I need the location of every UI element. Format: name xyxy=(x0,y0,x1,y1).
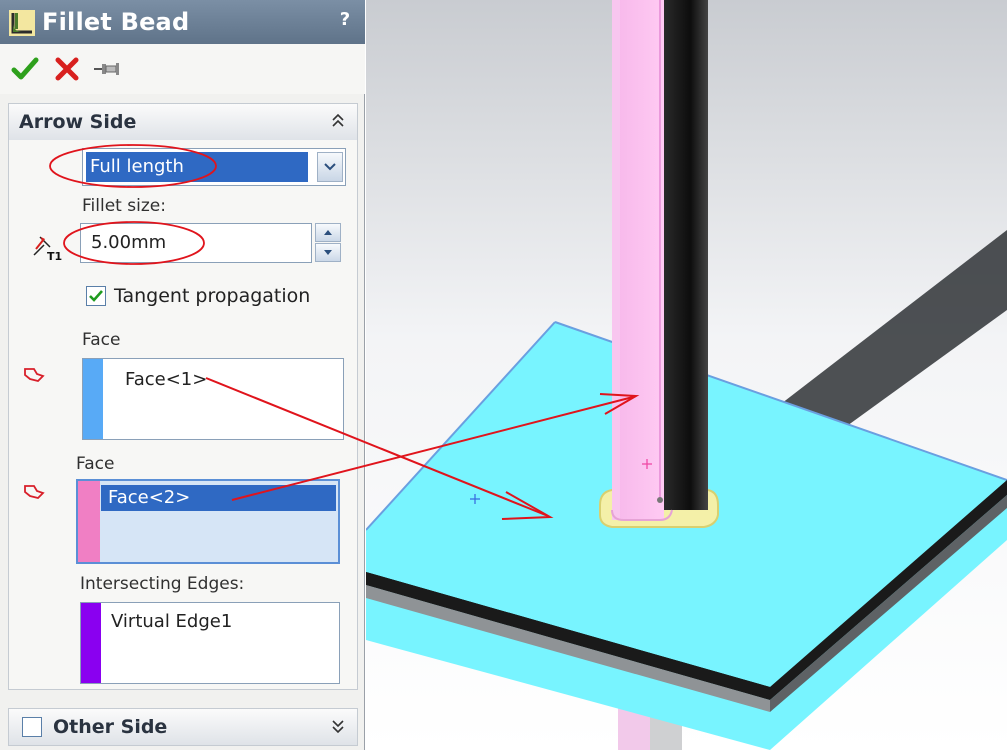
other-side-checkbox[interactable] xyxy=(22,717,42,737)
other-side-title: Other Side xyxy=(53,716,168,738)
fillet-size-t1-icon: T1 xyxy=(33,236,62,263)
svg-text:T1: T1 xyxy=(47,250,62,263)
bead-length-dropdown[interactable]: Full length xyxy=(82,148,346,186)
face-set2-listbox[interactable]: Face<2> xyxy=(76,479,340,564)
other-side-group-header[interactable]: Other Side xyxy=(8,708,358,746)
fillet-size-input[interactable]: 5.00mm xyxy=(80,223,312,263)
arrow-down-icon xyxy=(324,250,332,255)
checkmark-icon xyxy=(89,290,103,302)
property-manager-panel: Fillet Bead ? Arrow Side Full length Fil… xyxy=(0,0,365,750)
dropdown-button[interactable] xyxy=(317,152,343,182)
fillet-size-spinner[interactable] xyxy=(315,223,341,263)
face-set1-color-swatch xyxy=(83,359,103,439)
face-set1-listbox[interactable]: Face<1> xyxy=(82,358,344,440)
arrow-up-icon xyxy=(324,230,332,235)
column-side-face xyxy=(664,0,708,510)
spin-up-button[interactable] xyxy=(315,223,341,242)
intersecting-edges-label: Intersecting Edges: xyxy=(80,574,245,594)
edge-point xyxy=(657,497,663,503)
bead-length-value: Full length xyxy=(86,152,308,182)
tangent-propagation-label: Tangent propagation xyxy=(114,285,311,307)
arrow-side-title: Arrow Side xyxy=(19,111,137,133)
double-chevron-up-icon[interactable] xyxy=(329,112,347,130)
panel-title: Fillet Bead xyxy=(42,8,190,36)
list-item[interactable]: Virtual Edge1 xyxy=(111,611,232,632)
graphics-area[interactable] xyxy=(366,0,1007,750)
double-chevron-down-icon[interactable] xyxy=(329,717,347,735)
panel-titlebar: Fillet Bead ? xyxy=(0,0,365,44)
face-set2-color-swatch xyxy=(78,481,100,562)
arrow-side-group-header[interactable]: Arrow Side xyxy=(8,103,358,141)
fillet-bead-icon xyxy=(9,10,35,36)
face-selection-icon xyxy=(24,485,45,499)
help-button[interactable]: ? xyxy=(333,8,357,32)
3d-model-view[interactable] xyxy=(366,0,1007,750)
tangent-propagation-checkbox[interactable] xyxy=(86,286,106,306)
fillet-size-label: Fillet size: xyxy=(82,196,166,216)
spin-down-button[interactable] xyxy=(315,243,341,262)
pushpin-icon[interactable] xyxy=(92,54,122,84)
intersecting-edges-listbox[interactable]: Virtual Edge1 xyxy=(80,602,340,684)
check-icon[interactable] xyxy=(10,54,40,84)
list-item[interactable]: Face<1> xyxy=(125,369,207,390)
list-item[interactable]: Face<2> xyxy=(108,487,190,508)
column-edge xyxy=(612,0,620,520)
face-set1-label: Face xyxy=(82,330,121,350)
face-selection-icon xyxy=(24,368,45,382)
action-bar xyxy=(0,44,365,94)
intersecting-edges-color-swatch xyxy=(81,603,101,683)
chevron-down-icon xyxy=(324,163,336,171)
x-icon[interactable] xyxy=(52,54,82,84)
face-set2-label: Face xyxy=(76,454,115,474)
